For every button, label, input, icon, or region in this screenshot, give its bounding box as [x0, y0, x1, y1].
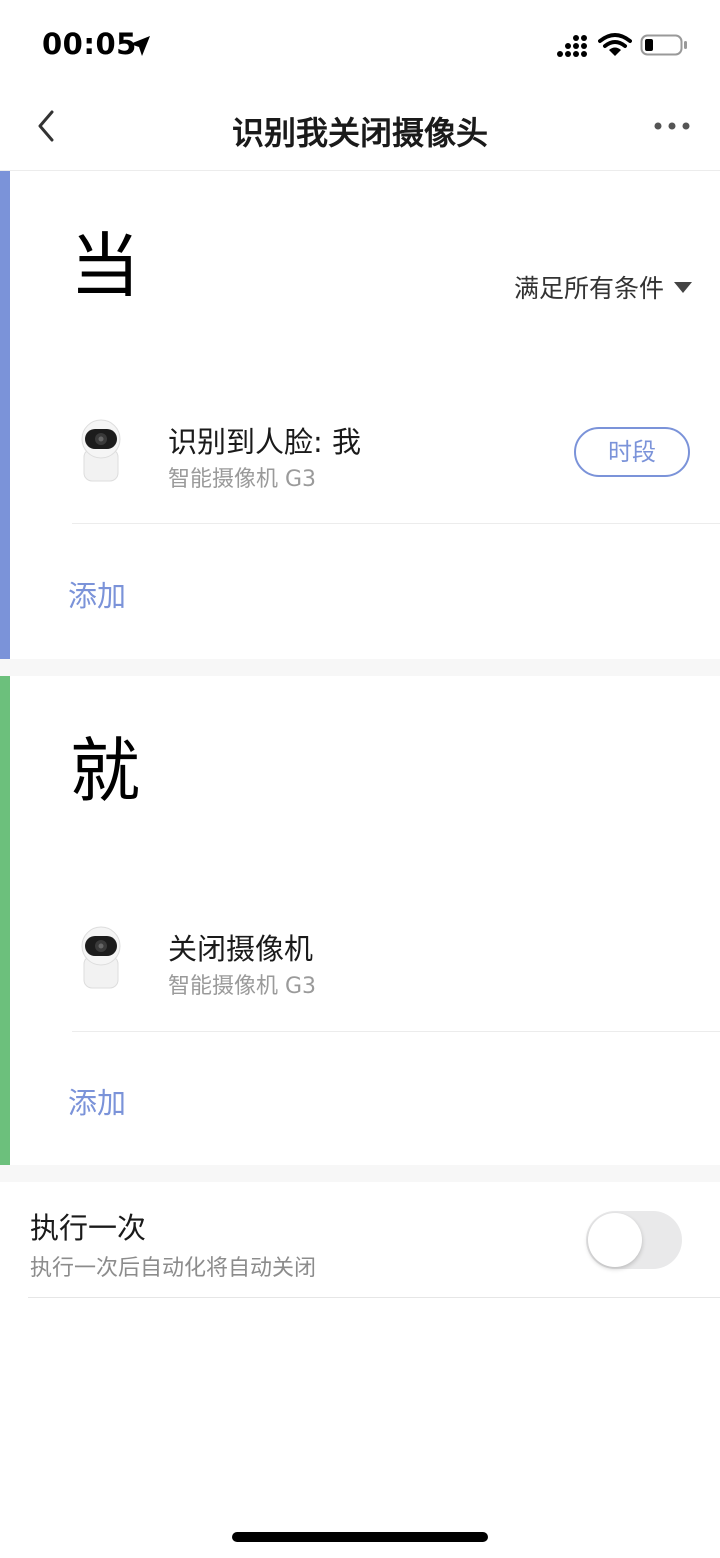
section-gap — [0, 1165, 720, 1182]
location-arrow-icon — [130, 36, 150, 56]
section-gap — [0, 659, 720, 676]
camera-device-icon — [81, 419, 121, 482]
run-once-description: 执行一次后自动化将自动关闭 — [30, 1256, 317, 1281]
divider — [72, 523, 720, 524]
wifi-icon — [598, 33, 632, 56]
more-options-button[interactable] — [648, 108, 696, 148]
trigger-item-device: 智能摄像机 G3 — [168, 467, 317, 492]
trigger-section: 当 满足所有条件 识别到人脸: 我 智能摄像机 G3 时段 添加 — [0, 171, 720, 659]
trigger-section-accent-bar — [0, 171, 10, 659]
more-dots-icon — [654, 122, 690, 130]
action-item-device: 智能摄像机 G3 — [168, 974, 317, 999]
cellular-signal-icon — [557, 35, 587, 57]
status-bar: 00:05 — [0, 0, 720, 90]
action-section: 就 关闭摄像机 智能摄像机 G3 添加 — [0, 676, 720, 1165]
run-once-toggle[interactable] — [586, 1211, 682, 1269]
time-period-button[interactable]: 时段 — [574, 427, 690, 477]
camera-device-icon — [81, 926, 121, 989]
caret-down-icon — [674, 281, 692, 293]
add-action-button[interactable]: 添加 — [68, 1080, 126, 1122]
navigation-bar: 识别我关闭摄像头 — [0, 90, 720, 171]
status-time: 00:05 — [42, 27, 137, 61]
action-item[interactable]: 关闭摄像机 智能摄像机 G3 — [0, 926, 720, 1036]
trigger-heading: 当 — [70, 225, 140, 307]
home-indicator[interactable] — [232, 1532, 488, 1542]
action-heading: 就 — [70, 730, 140, 812]
toggle-knob — [588, 1213, 642, 1267]
add-trigger-button[interactable]: 添加 — [68, 573, 126, 615]
action-section-accent-bar — [0, 676, 10, 1165]
page-title: 识别我关闭摄像头 — [231, 114, 488, 152]
divider — [72, 1031, 720, 1032]
divider — [28, 1297, 720, 1298]
battery-icon — [640, 34, 687, 56]
action-item-title: 关闭摄像机 — [168, 932, 314, 966]
run-once-title: 执行一次 — [30, 1211, 147, 1245]
condition-mode-dropdown[interactable]: 满足所有条件 — [514, 269, 692, 305]
condition-mode-label: 满足所有条件 — [513, 274, 664, 303]
trigger-item-title: 识别到人脸: 我 — [168, 425, 361, 459]
trigger-item[interactable]: 识别到人脸: 我 智能摄像机 G3 时段 — [0, 419, 720, 529]
